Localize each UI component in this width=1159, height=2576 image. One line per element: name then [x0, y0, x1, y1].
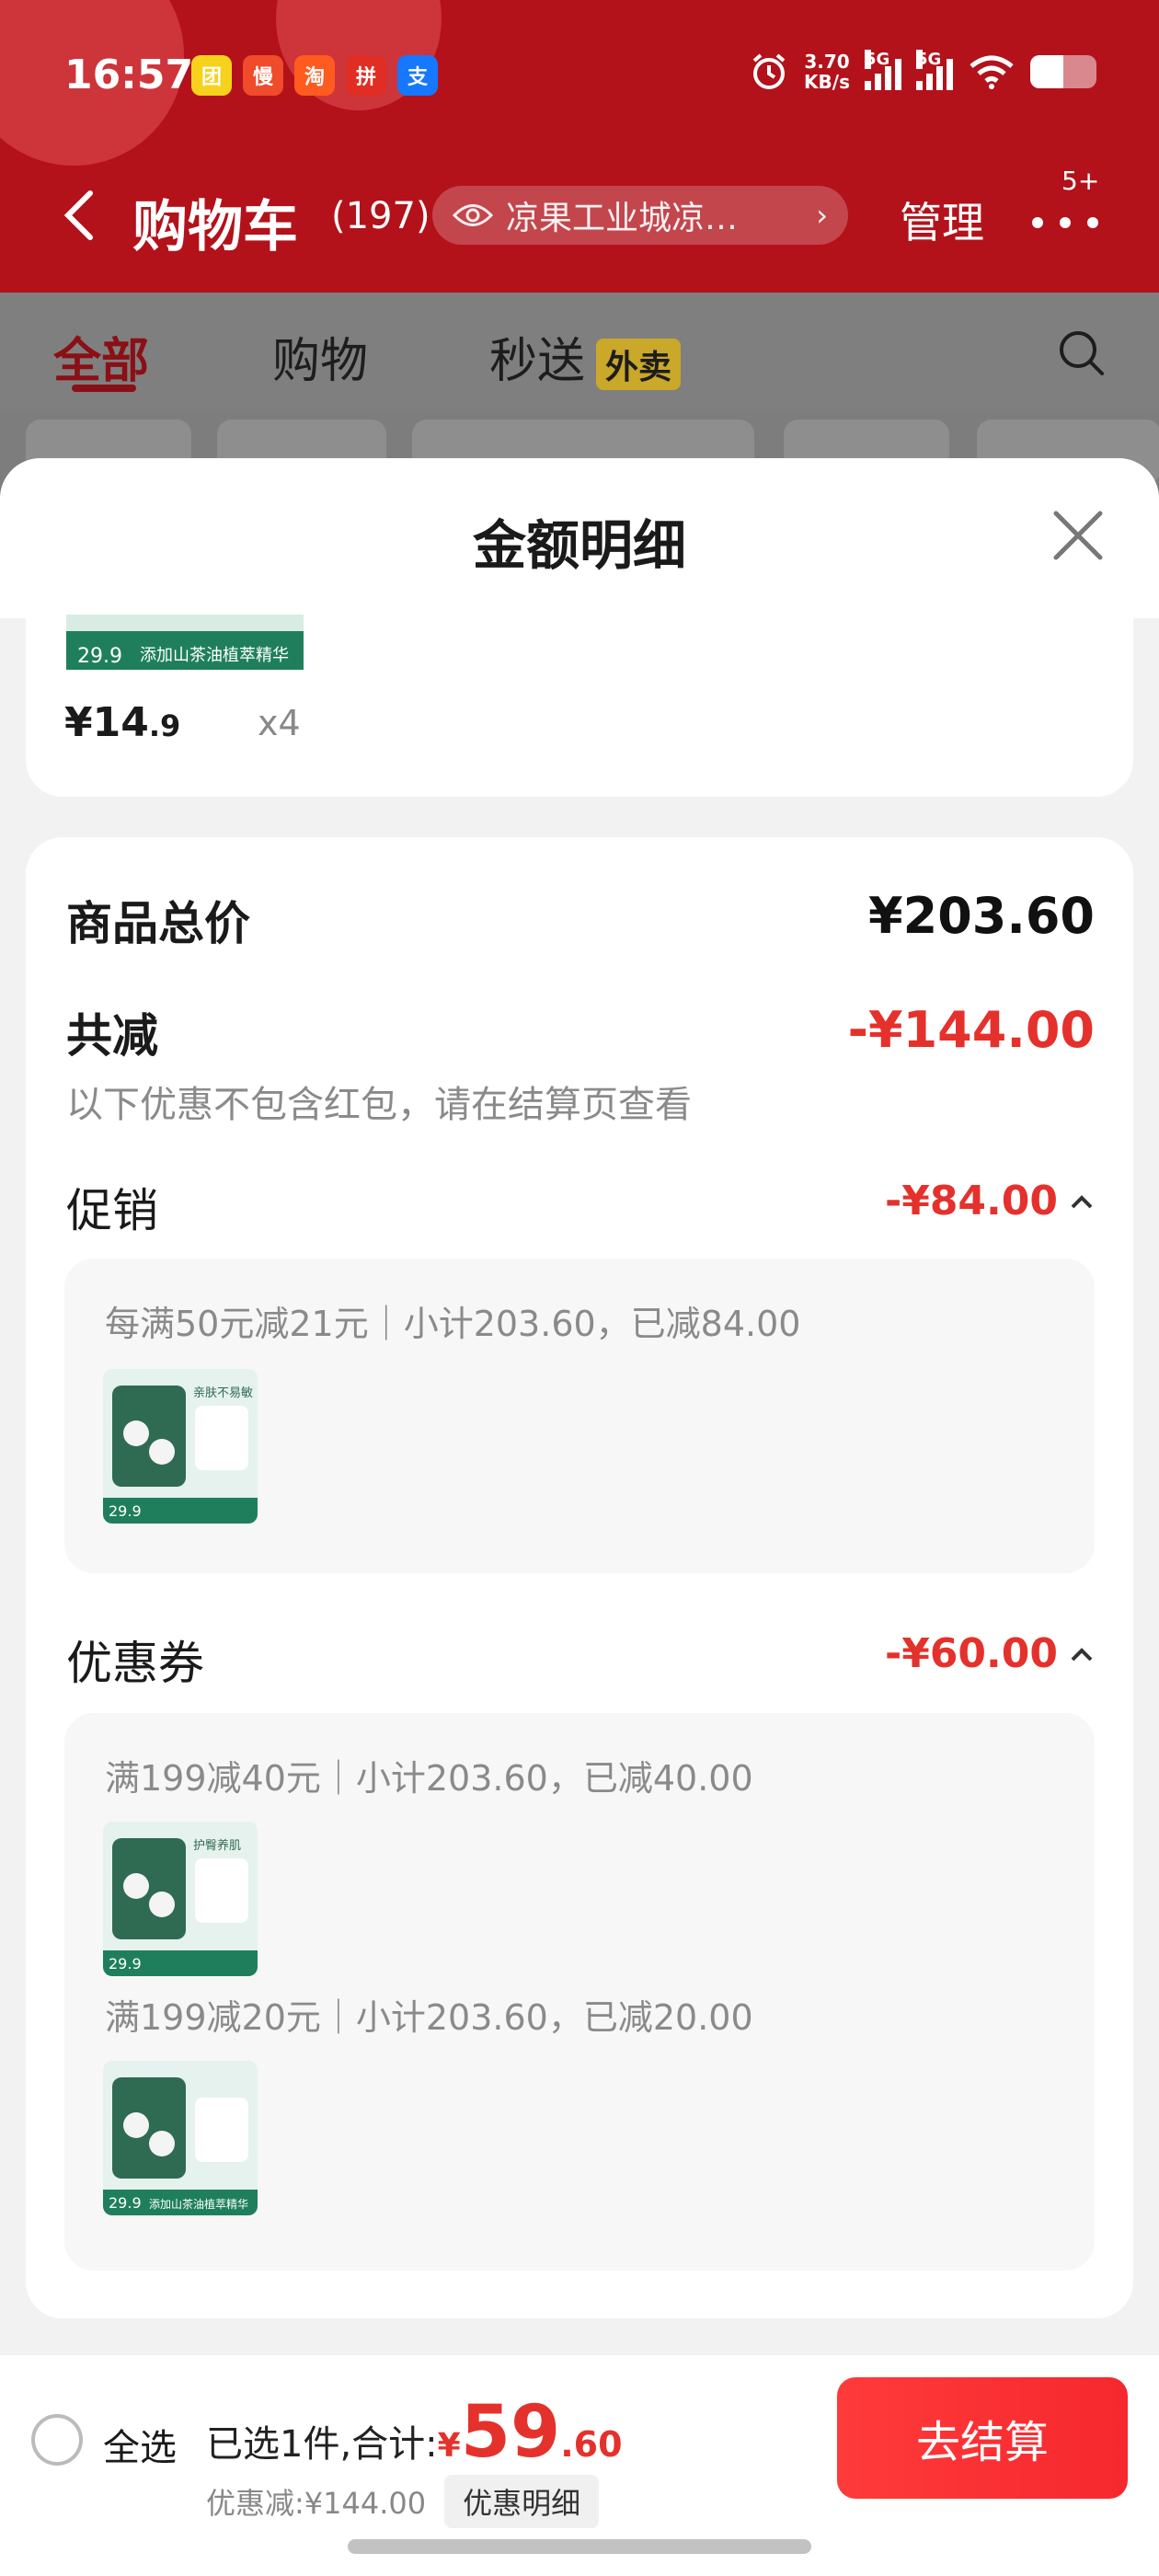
status-bar: 16:57 团 慢 淘 拼 支 3.70 KB/s 5G 5G [0, 0, 1159, 147]
signal-type-label: 5G [916, 50, 942, 69]
thumb-price: 29.9 [109, 2194, 142, 2212]
checkout-button[interactable]: 去结算 [837, 2377, 1128, 2499]
item-quantity: x4 [258, 703, 301, 743]
total-price-label: 商品总价 [66, 897, 250, 950]
cart-tabs: 全部 购物 秒送 外卖 [0, 293, 1159, 412]
battery-icon [1030, 55, 1096, 88]
search-icon[interactable] [1056, 328, 1107, 379]
item-price-dec: .9 [148, 708, 181, 743]
active-tab-indicator [72, 385, 136, 392]
product-image: 护臀养肌 29.9 [103, 1822, 258, 1976]
total-summary: 已选1件,合计: ¥ 59 .60 [206, 2396, 623, 2469]
cart-title: 购物车 [132, 195, 298, 259]
product-thumbnail: 护臀养肌 29.9 [103, 1822, 258, 1976]
chevron-up-icon [1071, 1194, 1093, 1208]
alarm-icon [752, 53, 786, 89]
manage-button[interactable]: 管理 [900, 190, 984, 250]
total-reduction-label: 共减 [66, 1009, 158, 1063]
address-text: 凉果工业城凉… [506, 200, 739, 237]
chevron-right-icon: › [816, 198, 828, 233]
promo-detail-line: 每满50元减21元｜小计203.60，已减84.00 [105, 1304, 801, 1344]
coupon-toggle[interactable]: -¥60.00 [885, 1630, 1095, 1677]
eye-icon [453, 204, 493, 226]
discount-detail-button[interactable]: 优惠明细 [444, 2475, 600, 2528]
cart-count: (197) [331, 195, 430, 237]
mantou-app-icon: 慢 [243, 55, 283, 96]
promo-toggle[interactable]: -¥84.00 [885, 1178, 1095, 1225]
tab-shopping[interactable]: 购物 [272, 322, 368, 391]
total-amount-dec: .60 [560, 2424, 623, 2465]
status-time: 16:57 [64, 52, 194, 98]
coupon-value: -¥60.00 [884, 1630, 1058, 1677]
select-all-checkbox[interactable] [31, 2414, 83, 2466]
promo-value: -¥84.00 [884, 1178, 1058, 1225]
wifi-icon [970, 55, 1014, 89]
tab-instant-delivery-label: 秒送 [489, 334, 586, 389]
back-arrow-icon[interactable] [61, 188, 98, 243]
product-thumbnail: 29.9 添加山茶油植萃精华 [66, 615, 304, 670]
product-image: 29.9 添加山茶油植萃精华 [103, 2061, 258, 2215]
thumb-badge: 亲肤不易敏 [193, 1386, 253, 1400]
promo-label: 促销 [66, 1184, 158, 1237]
tab-instant-delivery[interactable]: 秒送 外卖 [489, 322, 682, 391]
signal-type-label: 5G [865, 50, 890, 69]
coupon-label: 优惠券 [66, 1637, 204, 1690]
thumb-price: 29.9 [109, 1502, 142, 1520]
cart-nav-bar: 购物车 (197) 凉果工业城凉… › 管理 [0, 175, 1159, 259]
discount-summary: 优惠减:¥144.00 优惠明细 [206, 2475, 600, 2528]
chevron-up-icon [1071, 1647, 1093, 1661]
currency-symbol: ¥ [437, 2427, 461, 2465]
thumb-price: 29.9 [77, 645, 122, 668]
total-price-value: ¥203.60 [868, 887, 1095, 945]
network-speed-unit: KB/s [804, 71, 850, 93]
product-thumbnail: 亲肤不易敏 29.9 [103, 1369, 258, 1524]
thumb-caption: 添加山茶油植萃精华 [140, 646, 289, 665]
total-amount-int: 59 [460, 2391, 561, 2474]
total-reduction-value: -¥144.00 [847, 1001, 1095, 1059]
sheet-title: 金额明细 [472, 514, 686, 577]
item-summary-card: 29.9 添加山茶油植萃精华 ¥14.9 x4 [26, 615, 1133, 797]
home-indicator[interactable] [348, 2539, 811, 2554]
takeout-tag: 外卖 [596, 339, 682, 390]
tab-all[interactable]: 全部 [53, 322, 149, 391]
message-count-badge: 5+ [1061, 166, 1100, 196]
more-menu-button[interactable] [1028, 201, 1102, 237]
coupon-detail-line: 满199减20元｜小计203.60，已减20.00 [105, 1997, 753, 2038]
amount-detail-sheet: 金额明细 29.9 添加山茶油植萃精华 ¥14.9 x4 商品总价 ¥203.6… [0, 458, 1159, 2576]
pinduoduo-app-icon: 拼 [346, 55, 386, 96]
product-thumbnail: 29.9 添加山茶油植萃精华 [103, 2061, 258, 2215]
item-unit-price: ¥14.9 [64, 699, 180, 746]
meituan-app-icon: 团 [191, 55, 232, 96]
thumb-badge: 护臀养肌 [193, 1838, 241, 1853]
product-image: 亲肤不易敏 29.9 [103, 1369, 258, 1524]
address-selector[interactable]: 凉果工业城凉… › [432, 186, 848, 245]
coupon-detail-box: 满199减40元｜小计203.60，已减40.00 护臀养肌 29.9 满199… [64, 1713, 1095, 2271]
item-price-int: ¥14 [64, 699, 149, 746]
thumb-price: 29.9 [109, 1955, 142, 1972]
signal-strength-icon: 5G [916, 50, 953, 90]
promo-detail-box: 每满50元减21元｜小计203.60，已减84.00 亲肤不易敏 29.9 [64, 1259, 1095, 1573]
select-all-label[interactable]: 全选 [103, 2418, 177, 2471]
alipay-app-icon: 支 [397, 55, 438, 96]
notification-app-icons: 团 慢 淘 拼 支 [191, 55, 438, 96]
thumb-caption: 添加山茶油植萃精华 [149, 2197, 248, 2211]
reduction-note: 以下优惠不包含红包，请在结算页查看 [66, 1084, 692, 1126]
close-icon[interactable] [1049, 506, 1107, 565]
price-breakdown-card: 商品总价 ¥203.60 共减 -¥144.00 以下优惠不包含红包，请在结算页… [26, 837, 1133, 2318]
status-indicators: 3.70 KB/s 5G 5G [749, 50, 1096, 92]
coupon-detail-line: 满199减40元｜小计203.60，已减40.00 [105, 1758, 753, 1799]
network-speed-value: 3.70 [804, 51, 850, 73]
sheet-header: 金额明细 [0, 458, 1159, 618]
discount-amount: 优惠减:¥144.00 [206, 2486, 427, 2521]
network-speed: 3.70 KB/s [804, 52, 850, 92]
taobao-app-icon: 淘 [294, 55, 335, 96]
signal-strength-icon: 5G [865, 50, 901, 90]
selected-count-label: 已选1件,合计: [206, 2423, 438, 2466]
